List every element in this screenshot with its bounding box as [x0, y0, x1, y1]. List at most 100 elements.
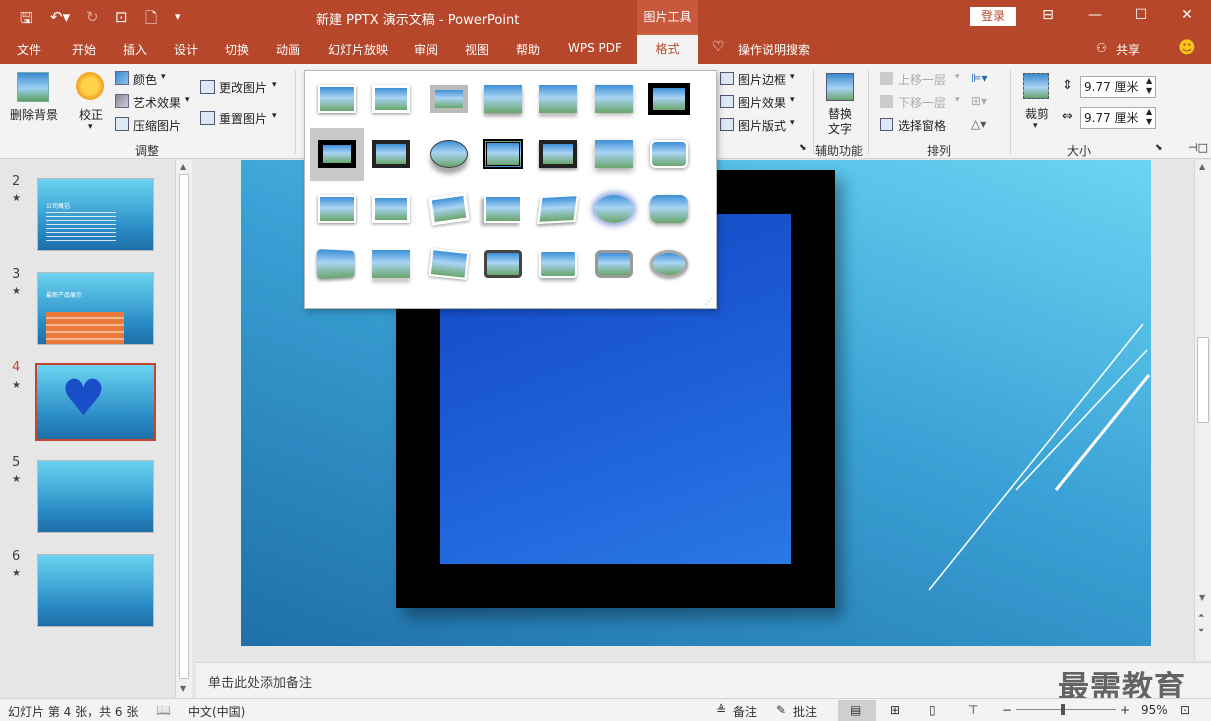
pin-ribbon-icon[interactable]: ⊣□ — [1188, 141, 1208, 154]
picture-style-option[interactable] — [476, 183, 530, 236]
align-icon[interactable]: ⊫▾ — [971, 71, 987, 85]
picture-style-option[interactable] — [642, 73, 696, 126]
scroll-up-icon[interactable]: ▲ — [180, 162, 186, 171]
slide-thumbnail-2[interactable]: 公司概括 — [37, 178, 154, 251]
picture-style-option[interactable] — [476, 238, 530, 291]
tab-animations[interactable]: 动画 — [276, 41, 300, 58]
picture-style-option[interactable] — [587, 183, 641, 236]
width-spinner-icon[interactable]: ▲ ▼ — [1146, 107, 1152, 127]
picture-style-option[interactable] — [642, 183, 696, 236]
send-backward-button[interactable]: 下移一层 — [898, 94, 946, 111]
tab-slideshow[interactable]: 幻灯片放映 — [328, 41, 388, 58]
notes-toggle-button[interactable]: 备注 — [733, 703, 757, 720]
tab-home[interactable]: 开始 — [72, 41, 96, 58]
fit-slide-icon[interactable]: ⊡ — [1180, 703, 1190, 717]
picture-style-option[interactable] — [364, 128, 418, 181]
share-button[interactable]: 共享 — [1116, 41, 1140, 58]
picture-style-option[interactable] — [310, 183, 364, 236]
zoom-level[interactable]: 95% — [1141, 703, 1168, 717]
crop-icon[interactable] — [1023, 73, 1049, 99]
rotate-icon[interactable]: △▾ — [971, 117, 986, 131]
picture-style-option[interactable] — [310, 128, 364, 181]
picture-style-option[interactable] — [422, 73, 476, 126]
dialog-launcher-icon[interactable]: ⬊ — [1155, 143, 1163, 153]
slide-thumbnail-5[interactable] — [37, 460, 154, 533]
picture-style-option[interactable] — [642, 238, 696, 291]
ribbon-display-icon[interactable]: ⊟ — [1036, 7, 1060, 23]
scrollbar-thumb[interactable] — [1197, 337, 1209, 423]
remove-background-icon[interactable] — [17, 72, 49, 102]
zoom-slider-thumb[interactable] — [1061, 704, 1065, 715]
canvas-scrollbar[interactable]: ▲ ▼ ⏶ ⏷ — [1194, 160, 1211, 660]
picture-style-option[interactable] — [642, 128, 696, 181]
picture-style-option[interactable] — [587, 128, 641, 181]
maximize-icon[interactable]: ☐ — [1129, 7, 1153, 23]
scrollbar-thumb[interactable] — [179, 174, 189, 679]
reading-view-icon[interactable]: ▯ — [929, 703, 936, 717]
group-objects-icon[interactable]: ⊞▾ — [971, 94, 987, 108]
picture-style-option[interactable] — [364, 73, 418, 126]
tell-me-search[interactable]: 操作说明搜索 — [738, 41, 810, 58]
redo-icon[interactable]: ↻ — [86, 8, 99, 26]
zoom-slider-track[interactable] — [1016, 709, 1116, 710]
previous-slide-icon[interactable]: ⏶ — [1198, 611, 1204, 621]
picture-style-option[interactable] — [422, 238, 476, 291]
next-slide-icon[interactable]: ⏷ — [1198, 626, 1204, 636]
picture-style-option[interactable] — [587, 238, 641, 291]
picture-style-option[interactable] — [531, 183, 585, 236]
picture-style-option[interactable] — [422, 128, 476, 181]
tab-help[interactable]: 帮助 — [516, 41, 540, 58]
picture-style-option[interactable] — [310, 238, 364, 291]
tab-design[interactable]: 设计 — [174, 41, 198, 58]
scroll-down-icon[interactable]: ▼ — [1199, 593, 1205, 602]
picture-style-option[interactable] — [531, 128, 585, 181]
tab-wps-pdf[interactable]: WPS PDF — [568, 41, 622, 55]
picture-style-option[interactable] — [531, 73, 585, 126]
slideshow-view-icon[interactable]: ⊤ — [968, 703, 978, 717]
tab-view[interactable]: 视图 — [465, 41, 489, 58]
comments-toggle-button[interactable]: 批注 — [793, 703, 817, 720]
slide-thumbnail-6[interactable] — [37, 554, 154, 627]
login-button[interactable]: 登录 — [970, 7, 1016, 26]
customize-qat-icon[interactable]: ▾ — [175, 10, 181, 23]
height-input[interactable]: 9.77 厘米 — [1080, 76, 1156, 98]
resize-grip-icon[interactable]: ⋰ — [705, 297, 713, 306]
save-icon[interactable]: 🖫 — [20, 8, 33, 33]
picture-border-button[interactable]: 图片边框 — [738, 71, 786, 88]
bring-forward-button[interactable]: 上移一层 — [898, 71, 946, 88]
height-spinner-icon[interactable]: ▲ ▼ — [1146, 76, 1152, 96]
tab-transitions[interactable]: 切换 — [225, 41, 249, 58]
picture-style-option[interactable] — [310, 73, 364, 126]
corrections-button[interactable]: 校正 — [79, 106, 103, 123]
picture-style-option[interactable] — [364, 183, 418, 236]
crop-button[interactable]: 裁剪 — [1025, 105, 1049, 122]
tab-review[interactable]: 审阅 — [414, 41, 438, 58]
picture-style-option[interactable] — [587, 73, 641, 126]
language-indicator[interactable]: 中文(中国) — [188, 703, 245, 720]
compress-pictures-button[interactable]: 压缩图片 — [133, 117, 181, 134]
zoom-out-icon[interactable]: − — [1002, 703, 1012, 717]
minimize-icon[interactable]: — — [1083, 7, 1107, 23]
color-button[interactable]: 颜色 — [133, 71, 157, 88]
scroll-up-icon[interactable]: ▲ — [1199, 162, 1205, 171]
slide-thumbnail-3[interactable]: 最新产品展示 — [37, 272, 154, 345]
new-file-icon[interactable]: 🗋 — [145, 8, 157, 33]
tab-format[interactable]: 格式 — [637, 35, 698, 64]
spell-check-icon[interactable]: 📖 — [156, 703, 171, 717]
reset-picture-button[interactable]: 重置图片 — [219, 110, 267, 127]
picture-style-option[interactable] — [364, 238, 418, 291]
width-input[interactable]: 9.77 厘米 — [1080, 107, 1156, 129]
picture-effects-button[interactable]: 图片效果 — [738, 94, 786, 111]
slide-sorter-icon[interactable]: ⊞ — [890, 703, 900, 717]
tab-insert[interactable]: 插入 — [123, 41, 147, 58]
picture-style-option[interactable] — [476, 128, 530, 181]
scroll-down-icon[interactable]: ▼ — [180, 684, 186, 693]
picture-layout-button[interactable]: 图片版式 — [738, 117, 786, 134]
notes-placeholder[interactable]: 单击此处添加备注 — [208, 672, 312, 691]
slide-thumbnail-4[interactable]: ♥ — [35, 363, 156, 441]
picture-style-option[interactable] — [476, 73, 530, 126]
selection-pane-button[interactable]: 选择窗格 — [898, 117, 946, 134]
artistic-effects-button[interactable]: 艺术效果 — [133, 94, 181, 111]
smiley-feedback-icon[interactable]: ☻ — [1178, 38, 1196, 58]
present-icon[interactable]: ⊡ — [115, 8, 128, 26]
